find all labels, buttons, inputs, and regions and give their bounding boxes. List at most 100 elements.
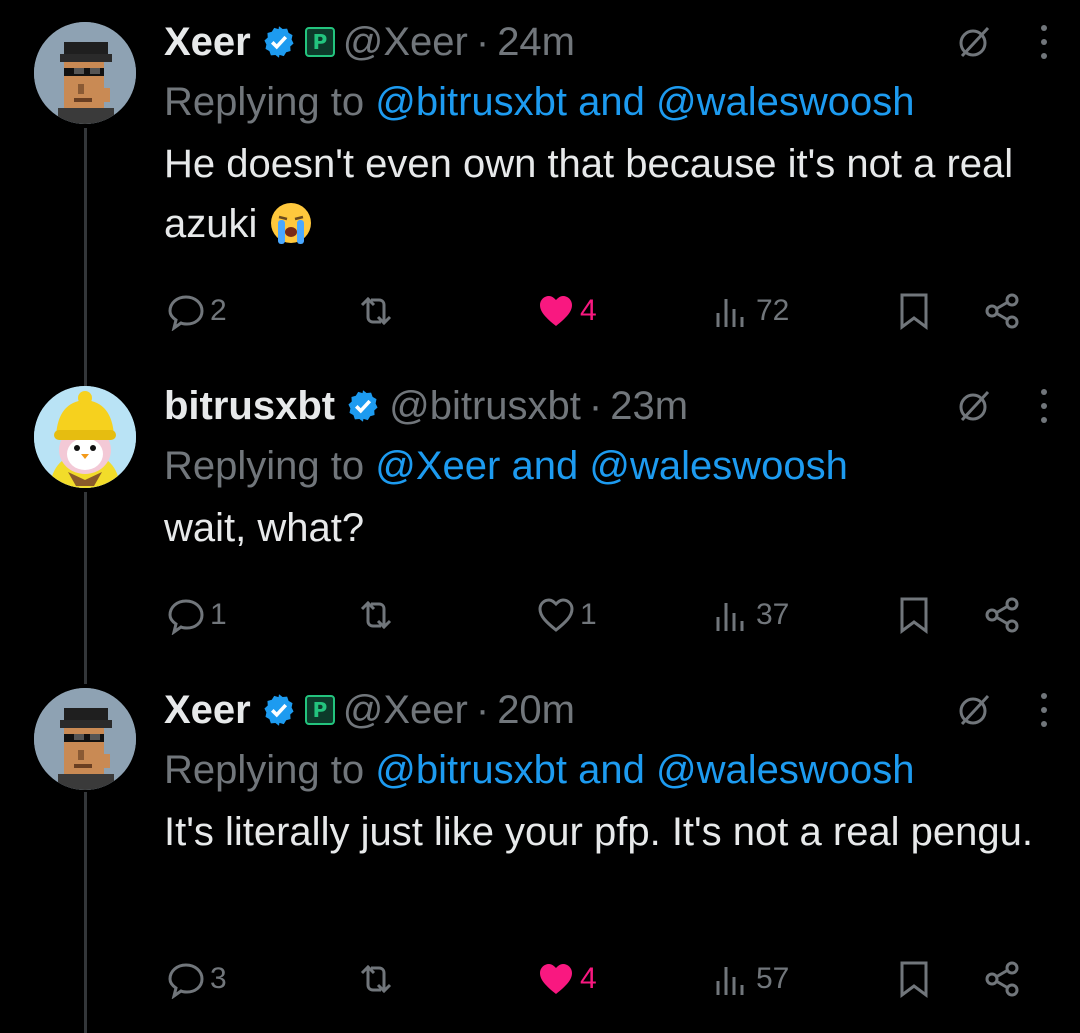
reply-button[interactable]: 1 (166, 590, 227, 640)
reply-count: 2 (210, 294, 227, 327)
timestamp[interactable]: 24m (497, 20, 575, 65)
bookmark-icon (900, 597, 928, 634)
pixel-punk-avatar-image (34, 688, 136, 790)
view-count: 57 (756, 962, 790, 995)
display-name[interactable]: Xeer (164, 20, 251, 65)
like-button[interactable]: 4 (536, 954, 597, 1004)
tweet-text-body: It's literally just like your pfp. It's … (164, 810, 1034, 854)
like-count: 4 (580, 294, 597, 327)
mention-link[interactable]: @bitrusxbt (375, 80, 567, 124)
pixel-punk-avatar-image (34, 22, 136, 124)
share-button[interactable] (982, 590, 1022, 640)
like-button[interactable]: 1 (536, 590, 597, 640)
like-count: 4 (580, 962, 597, 995)
loudly-crying-face-icon (270, 203, 311, 244)
bookmark-button[interactable] (894, 590, 934, 640)
retweet-button[interactable] (356, 286, 400, 336)
replying-to: Replying to @bitrusxbt and @waleswoosh (164, 744, 1050, 796)
timestamp[interactable]: 23m (610, 384, 688, 429)
like-icon (538, 598, 574, 632)
display-name[interactable]: bitrusxbt (164, 384, 335, 429)
views-button[interactable]: 72 (712, 286, 789, 336)
tweet-text: wait, what? (164, 498, 1050, 558)
retweet-button[interactable] (356, 590, 400, 640)
avatar[interactable] (34, 386, 136, 488)
like-button[interactable]: 4 (536, 286, 597, 336)
separator-dot: · (588, 383, 603, 428)
tweet[interactable]: Xeer P @Xeer · 20m Replying to @bitrusxb… (0, 684, 1080, 1033)
tweet-header: bitrusxbt @bitrusxbt · 23m (164, 380, 1050, 432)
like-count: 1 (580, 598, 597, 631)
views-icon (716, 603, 744, 631)
bookmark-icon (900, 961, 928, 998)
view-count: 37 (756, 598, 790, 631)
bookmark-button[interactable] (894, 286, 934, 336)
share-button[interactable] (982, 286, 1022, 336)
retweet-icon (360, 600, 392, 630)
grok-icon[interactable] (954, 386, 994, 426)
verified-icon (348, 390, 378, 422)
mention-conjunction: and (578, 80, 645, 124)
verified-icon (264, 694, 294, 726)
reply-icon (168, 295, 204, 331)
svg-text:P: P (312, 30, 327, 54)
reply-icon (168, 599, 204, 635)
retweet-icon (360, 964, 392, 994)
grok-icon[interactable] (954, 690, 994, 730)
more-icon[interactable] (1038, 690, 1050, 730)
more-icon[interactable] (1038, 386, 1050, 426)
share-icon (985, 293, 1019, 329)
view-count: 72 (756, 294, 790, 327)
separator-dot: · (475, 687, 490, 732)
bookmark-button[interactable] (894, 954, 934, 1004)
grok-icon[interactable] (954, 22, 994, 62)
bookmark-icon (900, 293, 928, 330)
tweet[interactable]: Xeer P @Xeer · 24m Replying to @bitrusxb… (0, 0, 1080, 350)
mention-link[interactable]: @waleswoosh (656, 748, 915, 792)
replying-prefix: Replying to (164, 748, 365, 792)
timestamp[interactable]: 20m (497, 688, 575, 733)
ticker-badge-icon: P (304, 695, 335, 725)
share-icon (985, 597, 1019, 633)
views-icon (716, 299, 744, 327)
replying-to: Replying to @Xeer and @waleswoosh (164, 440, 1050, 492)
mention-link[interactable]: @Xeer (375, 444, 500, 488)
avatar[interactable] (34, 22, 136, 124)
views-button[interactable]: 37 (712, 590, 789, 640)
reply-button[interactable]: 3 (166, 954, 227, 1004)
replying-prefix: Replying to (164, 80, 365, 124)
tweet-actions: 2 4 72 (0, 286, 1080, 336)
reply-button[interactable]: 2 (166, 286, 227, 336)
replying-to: Replying to @bitrusxbt and @waleswoosh (164, 76, 1050, 128)
share-icon (985, 961, 1019, 997)
reply-count: 3 (210, 962, 227, 995)
tweet-header: Xeer P @Xeer · 24m (164, 16, 1050, 68)
svg-text:P: P (312, 698, 327, 722)
tweet-header: Xeer P @Xeer · 20m (164, 684, 1050, 736)
separator-dot: · (475, 19, 490, 64)
handle[interactable]: @bitrusxbt (389, 384, 581, 429)
handle[interactable]: @Xeer (343, 688, 468, 733)
more-icon[interactable] (1038, 22, 1050, 62)
tweet-text: He doesn't even own that because it's no… (164, 134, 1050, 254)
avatar[interactable] (34, 688, 136, 790)
share-button[interactable] (982, 954, 1022, 1004)
tweet-text: It's literally just like your pfp. It's … (164, 802, 1050, 862)
tweet-text-body: wait, what? (164, 506, 365, 550)
mention-link[interactable]: @waleswoosh (656, 80, 915, 124)
retweet-button[interactable] (356, 954, 400, 1004)
reply-count: 1 (210, 598, 227, 631)
tweet-actions: 1 1 37 (0, 590, 1080, 640)
mention-link[interactable]: @waleswoosh (589, 444, 848, 488)
tweet[interactable]: bitrusxbt @bitrusxbt · 23m Replying to @… (0, 380, 1080, 660)
mention-link[interactable]: @bitrusxbt (375, 748, 567, 792)
ticker-badge-icon: P (304, 27, 335, 57)
replying-prefix: Replying to (164, 444, 365, 488)
display-name[interactable]: Xeer (164, 688, 251, 733)
views-icon (716, 967, 744, 995)
mention-conjunction: and (511, 444, 579, 488)
handle[interactable]: @Xeer (343, 20, 468, 65)
views-button[interactable]: 57 (712, 954, 789, 1004)
tweet-actions: 3 4 57 (0, 954, 1080, 1004)
reply-icon (168, 963, 204, 999)
